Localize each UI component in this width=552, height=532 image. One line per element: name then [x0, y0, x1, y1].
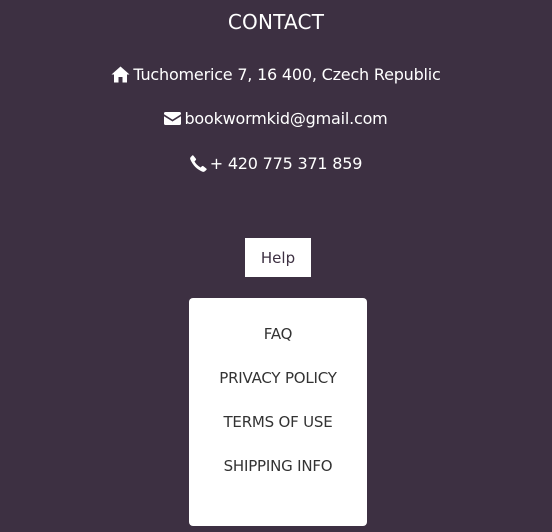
address-text: Tuchomerice 7, 16 400, Czech Republic: [133, 65, 441, 84]
menu-item-terms-of-use[interactable]: TERMS OF USE: [189, 413, 367, 431]
phone-text[interactable]: + 420 775 371 859: [210, 154, 363, 173]
menu-item-shipping-info[interactable]: SHIPPING INFO: [189, 457, 367, 475]
menu-item-faq[interactable]: FAQ: [189, 325, 367, 343]
help-button[interactable]: Help: [245, 238, 311, 277]
email-link[interactable]: bookwormkid@gmail.com: [184, 109, 387, 128]
help-dropdown-menu: FAQ PRIVACY POLICY TERMS OF USE SHIPPING…: [189, 298, 367, 526]
contact-heading: CONTACT: [227, 10, 325, 34]
contact-phone: + 420 775 371 859: [0, 154, 552, 173]
contact-email: bookwormkid@gmail.com: [0, 109, 552, 128]
contact-address: Tuchomerice 7, 16 400, Czech Republic: [0, 65, 552, 84]
envelope-icon: [164, 112, 182, 125]
menu-item-privacy-policy[interactable]: PRIVACY POLICY: [189, 369, 367, 387]
home-icon: [111, 66, 130, 83]
phone-icon: [189, 155, 207, 172]
